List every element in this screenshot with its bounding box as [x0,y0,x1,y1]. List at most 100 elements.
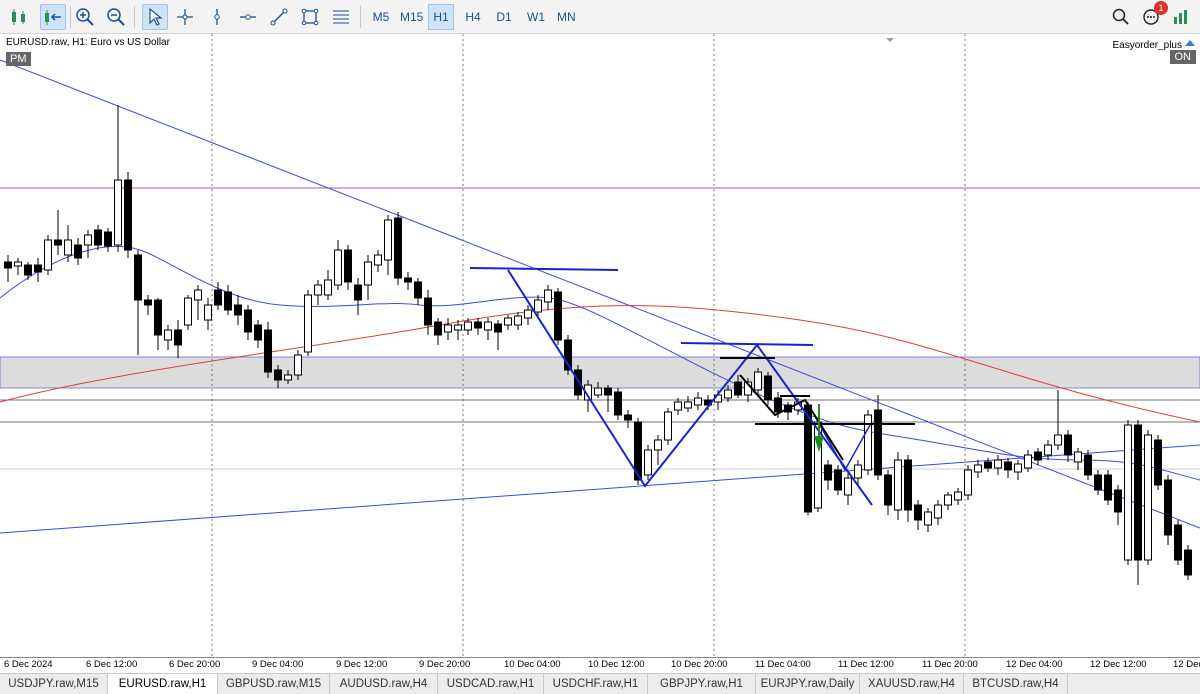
candle-body [994,459,1002,469]
candle-body [364,261,372,286]
chart-tab[interactable]: AUDUSD.raw,H4 [330,674,438,694]
candle-body [494,323,502,333]
fibonacci-icon[interactable] [328,4,354,30]
chart-tab[interactable]: USDCHF.raw,H1 [544,674,648,694]
chart-canvas[interactable] [0,34,1200,657]
chart-tab[interactable]: BTCUSD.raw,H4 [964,674,1068,694]
price-chart[interactable]: EURUSD.raw, H1: Euro vs US Dollar PM Eas… [0,34,1200,657]
timeframe-h4[interactable]: H4 [460,4,486,30]
candle-body [594,387,602,396]
candle-body [604,387,612,396]
timeframe-mn[interactable]: MN [553,4,580,30]
candle-body [294,354,302,376]
candle-body [504,317,512,326]
time-tick-label: 12 Dec 20:00 [1173,659,1200,670]
candle-body [314,284,322,296]
candle-body [1154,439,1162,486]
expert-advisor-status: ON [1169,50,1196,64]
cursor-icon[interactable] [142,4,168,30]
candle-body [614,391,622,416]
candle-body [234,304,242,316]
candle-body [954,491,962,501]
candle-body [1034,451,1042,461]
chart-tab[interactable]: GBPUSD.raw,M15 [218,674,330,694]
timeframe-w1[interactable]: W1 [523,4,549,30]
candle-body [874,409,882,476]
candle-body [884,474,892,506]
chart-tab[interactable]: USDCAD.raw,H1 [438,674,544,694]
zoom-in-icon[interactable] [72,4,98,30]
time-tick-label: 6 Dec 20:00 [169,659,221,670]
candle-body [214,289,222,306]
candle-body [1134,424,1142,561]
scroll-marker [886,38,894,42]
candle-body [324,279,332,296]
candle-body [64,239,72,256]
candle-body [934,504,942,519]
candle-body [224,291,232,311]
candle-body [694,397,702,406]
time-tick-label: 11 Dec 04:00 [755,659,811,670]
horizontal-line-icon[interactable] [235,4,261,30]
crosshair-mode-icon[interactable] [40,4,66,30]
candle-body [644,449,652,476]
candle-body [664,411,672,441]
timeframe-m5[interactable]: M5 [368,4,394,30]
candle-body [274,369,282,381]
candle-body [94,229,102,246]
time-tick-label: 9 Dec 04:00 [252,659,304,670]
chart-tab[interactable]: EURUSD.raw,H1 [108,673,218,694]
candle-body [974,464,982,473]
notifications-icon[interactable]: 1 [1138,1,1168,30]
candle-body [724,389,732,399]
candle-body [544,289,552,303]
candle-body [684,401,692,409]
chart-tab[interactable]: USDJPY.raw,M15 [0,674,108,694]
timeframe-h1[interactable]: H1 [428,4,454,30]
rectangle-icon[interactable] [297,4,323,30]
timeframe-m15[interactable]: M15 [396,4,427,30]
candle-body [1104,474,1112,501]
search-icon[interactable] [1108,4,1134,30]
vertical-line-icon[interactable] [204,4,230,30]
notification-badge: 1 [1154,1,1168,15]
candle-body [284,374,292,381]
candle-body [174,329,182,346]
candle-body [1064,434,1072,456]
candle-body [144,299,152,306]
neckline [680,342,814,346]
candle-body [904,459,912,511]
candle-body [444,324,452,333]
candle-body [134,254,142,301]
candle-body [104,231,112,247]
candle-body [414,281,422,299]
candle-body [484,321,492,331]
candle-body [1074,451,1082,463]
candle-body [454,324,462,331]
candle-body [554,291,562,341]
signals-icon[interactable] [1168,4,1194,30]
chart-bars-icon[interactable] [6,4,32,30]
trendline-icon[interactable] [266,4,292,30]
chart-tabs: USDJPY.raw,M15 EURUSD.raw,H1 GBPUSD.raw,M1… [0,673,1200,694]
candle-body [524,309,532,319]
candle-body [1094,474,1102,491]
candle-body [1054,434,1062,446]
crosshair-icon[interactable] [172,4,198,30]
candle-body [194,289,202,301]
candle-body [1044,444,1052,456]
chart-tab[interactable]: XAUUSD.raw,H4 [860,674,964,694]
candle-body [304,294,312,353]
candle-body [754,371,762,391]
candle-body [764,375,772,401]
candle-body [404,277,412,283]
candle-body [964,469,972,496]
candle-body [624,414,632,421]
candle-body [854,464,862,479]
time-tick-label: 12 Dec 04:00 [1006,659,1063,670]
chart-tab[interactable]: GBPJPY.raw,H1 [648,674,756,694]
timeframe-d1[interactable]: D1 [491,4,517,30]
chart-tab[interactable]: EURJPY.raw,Daily [756,674,860,694]
zoom-out-icon[interactable] [103,4,129,30]
candle-body [374,254,382,266]
